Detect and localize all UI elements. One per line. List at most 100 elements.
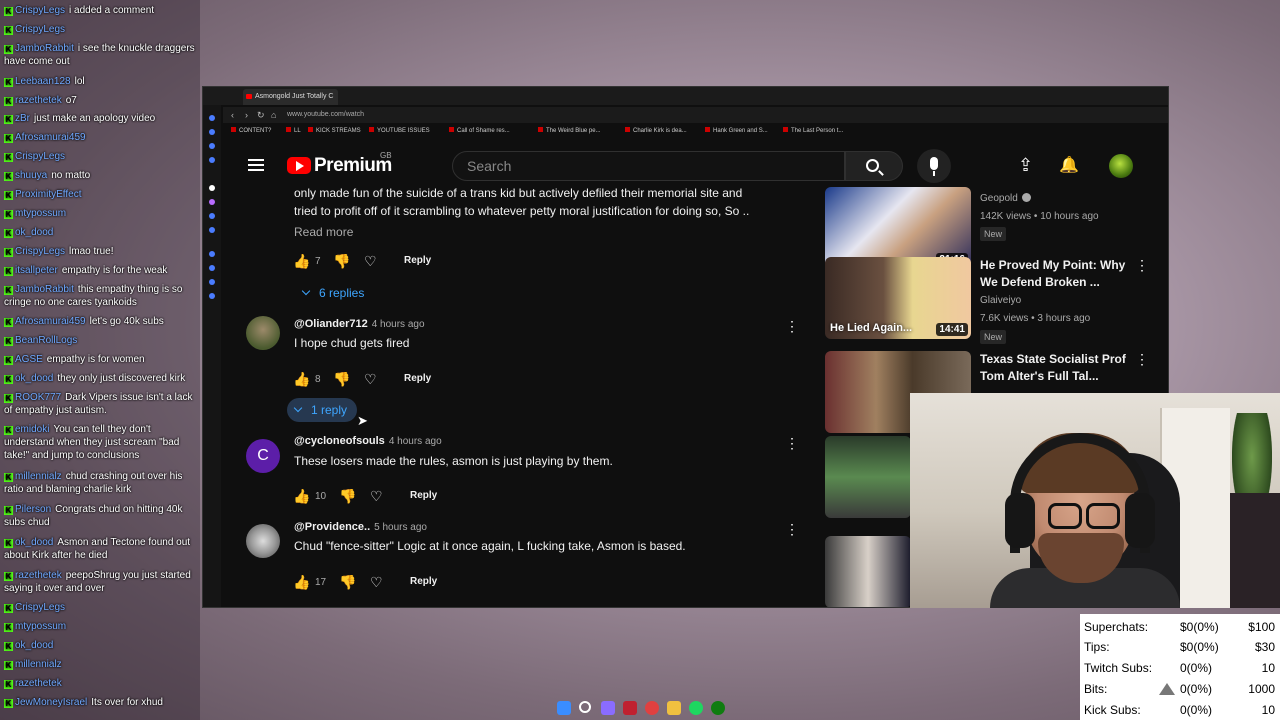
sidebar-app-icon[interactable] (209, 115, 215, 121)
video-thumbnail[interactable] (825, 436, 911, 518)
comment-time[interactable]: 5 hours ago (374, 522, 427, 533)
search-button[interactable] (845, 151, 903, 181)
thumbs-up-icon[interactable]: 👍 (293, 371, 310, 388)
chat-username[interactable]: shuuya (15, 170, 47, 181)
chat-username[interactable]: JamboRabbit (15, 43, 74, 54)
heart-icon[interactable]: ♡ (364, 253, 377, 270)
video-title[interactable]: He Proved My Point: Why We Defend Broken… (980, 257, 1135, 291)
chat-username[interactable]: millennialz (15, 659, 62, 670)
sidebar-app-icon[interactable] (209, 293, 215, 299)
thumbs-up-icon[interactable]: 👍 (293, 574, 310, 591)
chat-username[interactable]: razethetek (15, 570, 62, 581)
thumbs-down-icon[interactable]: 👎 (339, 574, 356, 591)
bookmark-item[interactable]: Hank Green and S... (705, 127, 768, 134)
chat-username[interactable]: razethetek (15, 95, 62, 106)
tab-youtube[interactable]: Asmongold Just Totally C (243, 89, 338, 105)
voice-search-button[interactable] (917, 149, 951, 183)
chat-username[interactable]: Leebaan128 (15, 76, 71, 87)
reload-icon[interactable]: ↻ (257, 107, 265, 123)
chat-username[interactable]: millennialz (15, 471, 62, 482)
chat-username[interactable]: ProximityEffect (15, 189, 82, 200)
commenter-avatar[interactable] (246, 316, 280, 350)
chat-username[interactable]: AGSE (15, 354, 43, 365)
heart-icon[interactable]: ♡ (370, 574, 383, 591)
channel-name[interactable]: Glaiveiyo (980, 295, 1021, 306)
chat-username[interactable]: Pilerson (15, 504, 51, 515)
heart-icon[interactable]: ♡ (364, 371, 377, 388)
back-icon[interactable]: ‹ (231, 107, 234, 123)
thumbs-up-icon[interactable]: 👍 (293, 253, 310, 270)
chat-username[interactable]: ok_dood (15, 537, 53, 548)
windows-start-icon[interactable] (557, 701, 571, 715)
sidebar-app-icon[interactable] (209, 185, 215, 191)
comment-handle[interactable]: @Providence.. (294, 521, 370, 533)
bookmark-item[interactable]: Call of Shame res... (449, 127, 510, 134)
chat-username[interactable]: CrispyLegs (15, 5, 65, 16)
chat-username[interactable]: ok_dood (15, 227, 53, 238)
comment-time[interactable]: 4 hours ago (389, 436, 442, 447)
address-bar[interactable]: ‹ › ↻ ⌂ www.youtube.com/watch (223, 107, 1168, 123)
chat-username[interactable]: mtypossum (15, 621, 66, 632)
chat-username[interactable]: zBr (15, 113, 30, 124)
sidebar-app-icon[interactable] (209, 157, 215, 163)
more-options-icon[interactable]: ⋮ (785, 319, 799, 333)
notifications-bell-icon[interactable]: 🔔 (1059, 155, 1079, 175)
sidebar-app-icon[interactable] (209, 279, 215, 285)
commenter-avatar[interactable]: C (246, 439, 280, 473)
sidebar-app-icon[interactable] (209, 199, 215, 205)
more-options-icon[interactable]: ⋮ (785, 522, 799, 536)
thumbs-down-icon[interactable]: 👎 (333, 371, 350, 388)
upload-icon[interactable]: ⇪ (1018, 155, 1033, 176)
chat-username[interactable]: itsallpeter (15, 265, 58, 276)
video-title[interactable]: Texas State Socialist Prof Tom Alter's F… (980, 351, 1135, 385)
comment-handle[interactable]: @cycloneofsouls (294, 435, 385, 447)
commenter-avatar[interactable] (246, 524, 280, 558)
sidebar-app-icon[interactable] (209, 265, 215, 271)
sidebar-app-icon[interactable] (209, 213, 215, 219)
bookmark-item[interactable]: KICK STREAMS (308, 127, 361, 134)
chat-username[interactable]: CrispyLegs (15, 24, 65, 35)
thumbs-up-icon[interactable]: 👍 (293, 488, 310, 505)
bookmark-item[interactable]: LL (286, 127, 301, 134)
view-replies-button[interactable]: 1 reply (287, 398, 358, 422)
forward-icon[interactable]: › (245, 107, 248, 123)
thumbs-down-icon[interactable]: 👎 (339, 488, 356, 505)
sidebar-app-icon[interactable] (209, 251, 215, 257)
chat-username[interactable]: ok_dood (15, 640, 53, 651)
more-options-icon[interactable]: ⋮ (1135, 258, 1149, 272)
url-text[interactable]: www.youtube.com/watch (287, 111, 364, 118)
chat-username[interactable]: mtypossum (15, 208, 66, 219)
reply-button[interactable]: Reply (404, 373, 431, 384)
menu-icon[interactable] (248, 159, 264, 171)
comment-handle[interactable]: @Oliander712 (294, 318, 368, 330)
bookmark-item[interactable]: YOUTUBE ISSUES (369, 127, 430, 134)
search-input[interactable]: Search (452, 151, 845, 181)
opera-icon[interactable] (623, 701, 637, 715)
chat-username[interactable]: CrispyLegs (15, 246, 65, 257)
chat-username[interactable]: razethetek (15, 678, 62, 689)
xbox-icon[interactable] (711, 701, 725, 715)
heart-icon[interactable]: ♡ (370, 488, 383, 505)
bookmark-item[interactable]: CONTENT? (231, 127, 271, 134)
comment-time[interactable]: 4 hours ago (372, 319, 425, 330)
chrome-icon[interactable] (645, 701, 659, 715)
reply-button[interactable]: Reply (410, 490, 437, 501)
bookmark-item[interactable]: Charlie Kirk is dea... (625, 127, 687, 134)
chat-username[interactable]: JewMoneyIsrael (15, 697, 87, 708)
reply-button[interactable]: Reply (404, 255, 431, 266)
chat-username[interactable]: JamboRabbit (15, 284, 74, 295)
spotify-icon[interactable] (689, 701, 703, 715)
channel-name[interactable]: Geopold (980, 193, 1031, 204)
youtube-logo-icon[interactable] (287, 157, 311, 174)
chat-username[interactable]: Afrosamurai459 (15, 132, 86, 143)
reply-button[interactable]: Reply (410, 576, 437, 587)
chat-username[interactable]: BeanRollLogs (15, 335, 77, 346)
folder-icon[interactable] (667, 701, 681, 715)
chat-username[interactable]: ok_dood (15, 373, 53, 384)
bookmark-item[interactable]: The Weird Blue pe... (538, 127, 601, 134)
chat-username[interactable]: emidoki (15, 424, 49, 435)
search-icon[interactable] (579, 701, 591, 713)
sidebar-app-icon[interactable] (209, 227, 215, 233)
chat-username[interactable]: Afrosamurai459 (15, 316, 86, 327)
chat-username[interactable]: ROOK777 (15, 392, 61, 403)
